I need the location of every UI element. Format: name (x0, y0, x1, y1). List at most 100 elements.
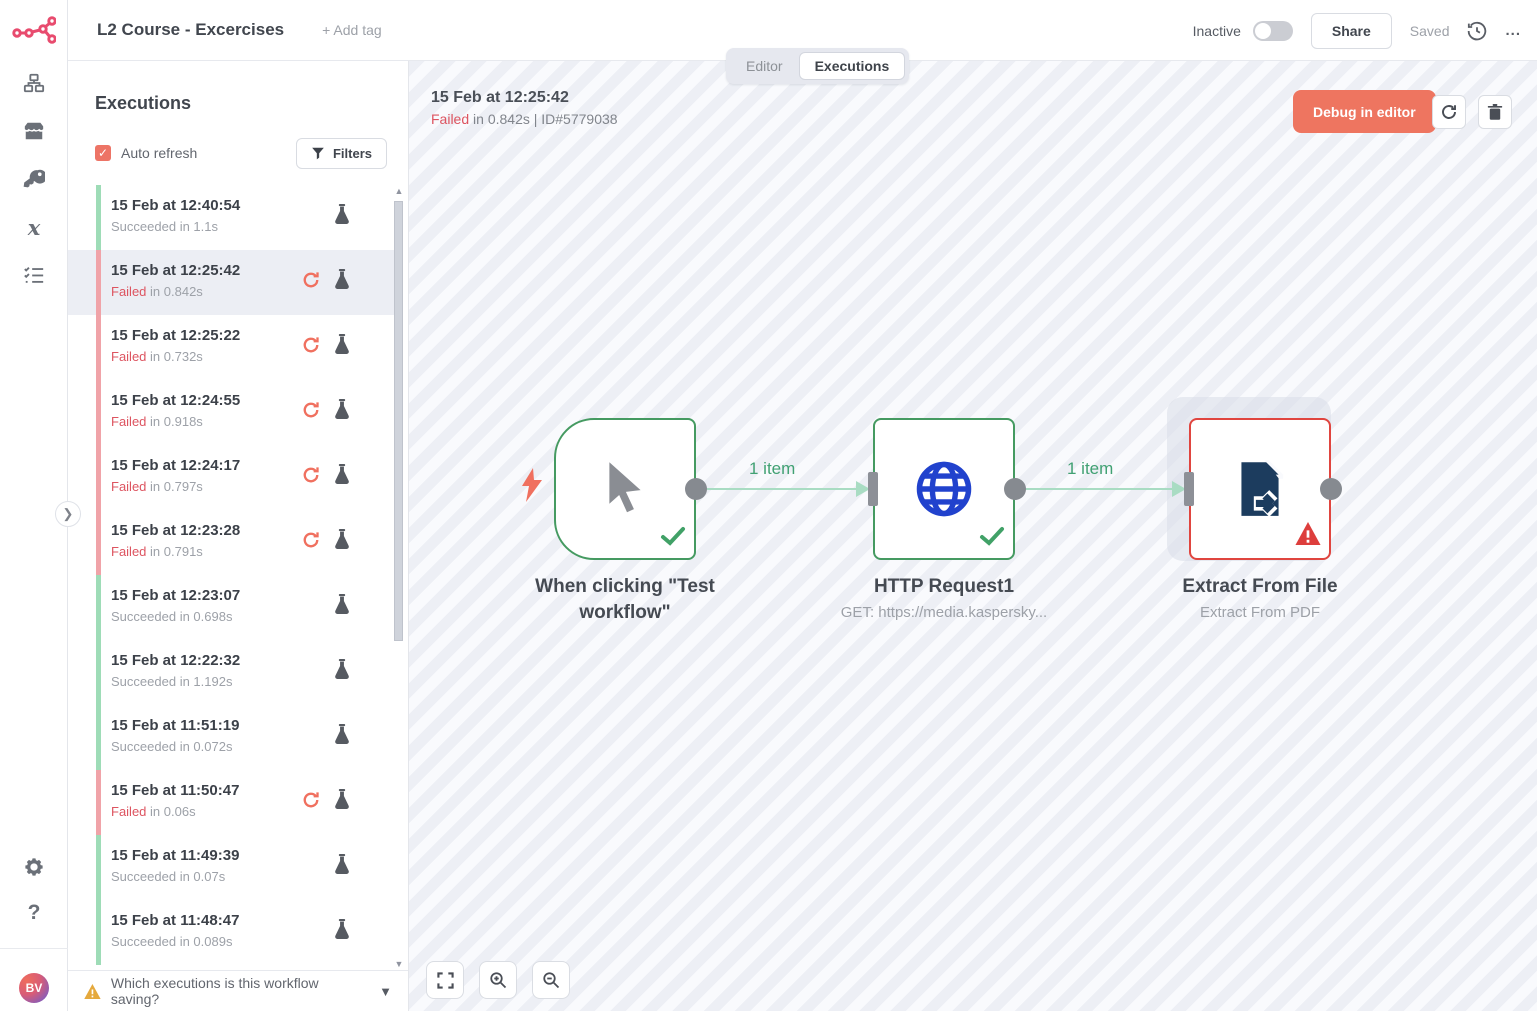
node-extract-from-file[interactable] (1189, 418, 1331, 560)
execution-list-item[interactable]: 15 Feb at 11:49:39Succeeded in 0.07s (68, 835, 395, 900)
scroll-down-arrow[interactable]: ▼ (393, 958, 405, 970)
workflow-canvas[interactable]: 15 Feb at 12:25:42 Failed in 0.842s | ID… (409, 61, 1537, 1011)
execution-list-item[interactable]: 15 Feb at 12:25:22Failed in 0.732s (68, 315, 395, 380)
sidebar-item-settings[interactable] (16, 856, 52, 878)
run-timestamp: 15 Feb at 12:25:42 (431, 89, 618, 107)
status-bar (96, 640, 101, 705)
executions-scrollbar[interactable]: ▲ ▼ (393, 185, 405, 970)
node-http-request1[interactable] (873, 418, 1015, 560)
node1-output-connector[interactable] (685, 478, 707, 500)
n8n-logo-icon[interactable] (12, 16, 56, 46)
node3-output-connector[interactable] (1320, 478, 1342, 500)
warning-icon (84, 984, 101, 999)
debug-flask-icon[interactable] (334, 529, 350, 555)
execution-time: 15 Feb at 11:50:47 (111, 782, 239, 799)
debug-flask-icon[interactable] (334, 919, 350, 945)
debug-flask-icon[interactable] (334, 594, 350, 620)
scroll-thumb[interactable] (394, 201, 403, 641)
execution-list-item[interactable]: 15 Feb at 12:40:54Succeeded in 1.1s (68, 185, 395, 250)
debug-flask-icon[interactable] (334, 659, 350, 685)
sidebar-item-help[interactable]: ? (16, 902, 52, 924)
chevron-down-icon: ▼ (379, 984, 392, 999)
debug-flask-icon[interactable] (334, 334, 350, 360)
execution-list-item[interactable]: 15 Feb at 11:51:19Succeeded in 0.072s (68, 705, 395, 770)
help-icon: ? (28, 901, 41, 925)
run-status: Failed (431, 111, 469, 127)
execution-list-item[interactable]: 15 Feb at 12:22:32Succeeded in 1.192s (68, 640, 395, 705)
sidebar-item-variables[interactable]: x (16, 216, 52, 238)
zoom-to-fit-button[interactable] (426, 961, 464, 999)
debug-flask-icon[interactable] (334, 789, 350, 815)
zoom-out-button[interactable] (532, 961, 570, 999)
auto-refresh-checkbox[interactable]: ✓ (95, 145, 111, 161)
delete-execution-button[interactable] (1478, 95, 1512, 129)
connection-2[interactable] (1015, 488, 1184, 490)
sidebar-item-workflows[interactable] (16, 72, 52, 94)
execution-status: Failed in 0.797s (111, 479, 203, 494)
executions-list: 15 Feb at 12:40:54Succeeded in 1.1s15 Fe… (68, 185, 409, 970)
debug-flask-icon[interactable] (334, 854, 350, 880)
retry-execution-button[interactable] (1432, 95, 1466, 129)
tab-executions[interactable]: Executions (799, 52, 906, 80)
scroll-up-arrow[interactable]: ▲ (393, 185, 405, 197)
retry-icon[interactable] (301, 530, 321, 555)
workflow-title[interactable]: L2 Course - Excercises (97, 20, 284, 40)
execution-status: Succeeded in 1.1s (111, 219, 218, 234)
sidebar-item-credentials[interactable] (16, 168, 52, 190)
debug-in-editor-button[interactable]: Debug in editor (1293, 90, 1436, 133)
auto-refresh-label[interactable]: Auto refresh (121, 145, 197, 161)
node2-label: HTTP Request1 GET: https://media.kaspers… (814, 574, 1074, 623)
status-bar (96, 900, 101, 965)
execution-list-item[interactable]: 15 Feb at 12:23:07Succeeded in 0.698s (68, 575, 395, 640)
workflow-history-button[interactable] (1467, 21, 1487, 41)
node3-label: Extract From File Extract From PDF (1130, 574, 1390, 623)
debug-flask-icon[interactable] (334, 399, 350, 425)
status-bar (96, 770, 101, 835)
add-tag-button[interactable]: + Add tag (322, 22, 382, 38)
user-avatar[interactable]: BV (19, 973, 49, 1003)
tab-editor[interactable]: Editor (730, 52, 799, 80)
executions-saving-info[interactable]: Which executions is this workflow saving… (68, 970, 408, 1011)
execution-time: 15 Feb at 12:25:42 (111, 262, 240, 279)
status-bar (96, 575, 101, 640)
sidebar-divider (0, 948, 68, 949)
execution-time: 15 Feb at 11:48:47 (111, 912, 239, 929)
share-button[interactable]: Share (1311, 13, 1392, 49)
node-when-clicking-test-workflow[interactable] (554, 418, 696, 560)
connection-2-items-label: 1 item (1067, 459, 1113, 479)
run-header: 15 Feb at 12:25:42 Failed in 0.842s | ID… (431, 89, 618, 127)
debug-flask-icon[interactable] (334, 269, 350, 295)
connection-1[interactable] (696, 488, 868, 490)
filters-button[interactable]: Filters (296, 138, 387, 169)
templates-icon (23, 120, 45, 142)
n8n-app: x ? BV ❯ (0, 0, 1537, 1011)
execution-list-item[interactable]: 15 Feb at 12:23:28Failed in 0.791s (68, 510, 395, 575)
retry-icon[interactable] (301, 335, 321, 360)
workflow-active-toggle[interactable] (1253, 21, 1293, 41)
execution-list-item[interactable]: 15 Feb at 12:24:17 Failed in 0.797s (68, 445, 395, 510)
retry-icon[interactable] (301, 270, 321, 295)
debug-flask-icon[interactable] (334, 724, 350, 750)
zoom-in-button[interactable] (479, 961, 517, 999)
retry-icon[interactable] (301, 400, 321, 425)
sidebar-expand-button[interactable]: ❯ (55, 501, 81, 527)
execution-time: 15 Feb at 12:24:55 (111, 392, 240, 409)
execution-list-item[interactable]: 15 Feb at 11:50:47Failed in 0.06s (68, 770, 395, 835)
sidebar-item-templates[interactable] (16, 120, 52, 142)
debug-flask-icon[interactable] (334, 464, 350, 490)
trigger-bolt-icon (519, 467, 545, 503)
execution-list-item[interactable]: 15 Feb at 12:25:42Failed in 0.842s (68, 250, 395, 315)
trash-icon (1487, 104, 1503, 121)
execution-list-item[interactable]: 15 Feb at 12:24:55Failed in 0.918s (68, 380, 395, 445)
retry-icon[interactable] (301, 465, 321, 490)
execution-time: 15 Feb at 12:24:17 (111, 457, 240, 474)
workflows-icon (23, 72, 45, 94)
saved-status: Saved (1410, 23, 1450, 39)
sidebar-item-executions[interactable] (16, 264, 52, 286)
execution-list-item[interactable]: 15 Feb at 11:48:47Succeeded in 0.089s (68, 900, 395, 965)
node3-input-connector (1184, 472, 1194, 506)
more-options-button[interactable]: ... (1505, 22, 1521, 39)
debug-flask-icon[interactable] (334, 204, 350, 230)
retry-icon[interactable] (301, 790, 321, 815)
node2-output-connector[interactable] (1004, 478, 1026, 500)
